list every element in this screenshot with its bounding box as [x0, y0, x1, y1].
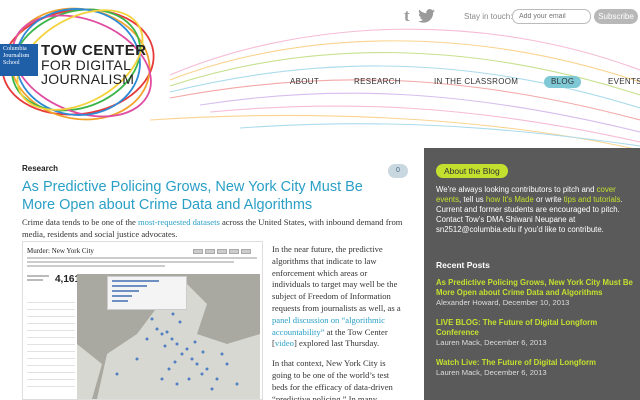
embed-title: Murder: New York City — [27, 247, 94, 255]
columbia-badge[interactable]: Columbia Journalism School — [0, 44, 38, 76]
intro-text: Crime data tends to be one of the — [22, 217, 138, 227]
recent-post-title[interactable]: As Predictive Policing Grows, New York C… — [436, 278, 636, 298]
body-paragraph-1: In the near future, the predictive algor… — [272, 244, 406, 350]
embed-description — [27, 257, 257, 269]
nav-about[interactable]: ABOUT — [290, 76, 319, 88]
stay-in-touch-label: Stay in touch: — [464, 12, 513, 21]
nav-in-the-classroom[interactable]: IN THE CLASSROOM — [434, 76, 518, 88]
nav-research[interactable]: RESEARCH — [354, 76, 401, 88]
recent-post-meta: Lauren Mack, December 6, 2013 — [436, 338, 547, 347]
how-its-made-link[interactable]: how It’s Made — [486, 195, 534, 204]
p1-end: ] explored last Thursday. — [293, 338, 380, 349]
embed-sidebar: 4,161 — [27, 274, 80, 399]
twitter-icon[interactable] — [417, 9, 435, 23]
recent-post: As Predictive Policing Grows, New York C… — [436, 278, 636, 308]
body-paragraph-2: In that context, New York City is going … — [272, 358, 393, 400]
post-category[interactable]: Research — [22, 164, 58, 173]
org-name[interactable]: TOW CENTER FOR DIGITAL JOURNALISM — [41, 42, 147, 87]
org-name-line2: FOR DIGITAL — [41, 57, 132, 73]
recent-post: Watch Live: The Future of Digital Longfo… — [436, 358, 636, 378]
video-link[interactable]: video — [275, 338, 294, 348]
email-input[interactable] — [512, 9, 591, 24]
about-the-blog-label: About the Blog — [436, 164, 508, 178]
recent-posts-heading: Recent Posts — [436, 260, 490, 270]
most-requested-datasets-link[interactable]: most-requested datasets — [138, 217, 220, 227]
tips-and-tutorials-link[interactable]: tips and tutorials — [564, 195, 621, 204]
org-name-line1: TOW CENTER — [41, 42, 147, 59]
about-text-2: , tell us — [458, 195, 486, 204]
comment-count-badge[interactable]: 0 — [388, 164, 408, 178]
post-title[interactable]: As Predictive Policing Grows, New York C… — [22, 178, 392, 214]
about-text-1: We’re always looking contributors to pit… — [436, 185, 597, 194]
about-text-3: or write — [533, 195, 564, 204]
embed-map[interactable] — [77, 274, 260, 399]
post-body: In the near future, the predictive algor… — [272, 244, 406, 400]
recent-post-title[interactable]: LIVE BLOG: The Future of Digital Longfor… — [436, 318, 636, 338]
recent-post-title[interactable]: Watch Live: The Future of Digital Longfo… — [436, 358, 636, 368]
org-name-line3: JOURNALISM — [41, 71, 135, 87]
nav-blog[interactable]: BLOG — [544, 76, 582, 88]
p1-text: In the near future, the predictive algor… — [272, 244, 401, 313]
post-intro: Crime data tends to be one of the most-r… — [22, 216, 406, 240]
embed-tabs — [193, 249, 251, 254]
tumblr-icon[interactable]: t — [404, 7, 410, 24]
recent-post: LIVE BLOG: The Future of Digital Longfor… — [436, 318, 636, 348]
map-bar-panel — [107, 276, 187, 310]
subscribe-button[interactable]: Subscribe — [594, 9, 638, 24]
about-the-blog-text: We’re always looking contributors to pit… — [436, 185, 636, 235]
site-header: Columbia Journalism School TOW CENTER FO… — [0, 0, 640, 150]
social-links: t — [404, 7, 435, 24]
blog-sidebar: About the Blog We’re always looking cont… — [424, 148, 640, 400]
recent-post-meta: Alexander Howard, December 10, 2013 — [436, 298, 570, 307]
crime-map-embed[interactable]: Murder: New York City 4,161 — [22, 241, 263, 400]
recent-post-meta: Lauren Mack, December 6, 2013 — [436, 368, 547, 377]
recent-posts-list: As Predictive Policing Grows, New York C… — [436, 278, 636, 388]
embed-filter-rows — [27, 296, 75, 387]
nav-events[interactable]: EVENTS — [608, 76, 640, 88]
